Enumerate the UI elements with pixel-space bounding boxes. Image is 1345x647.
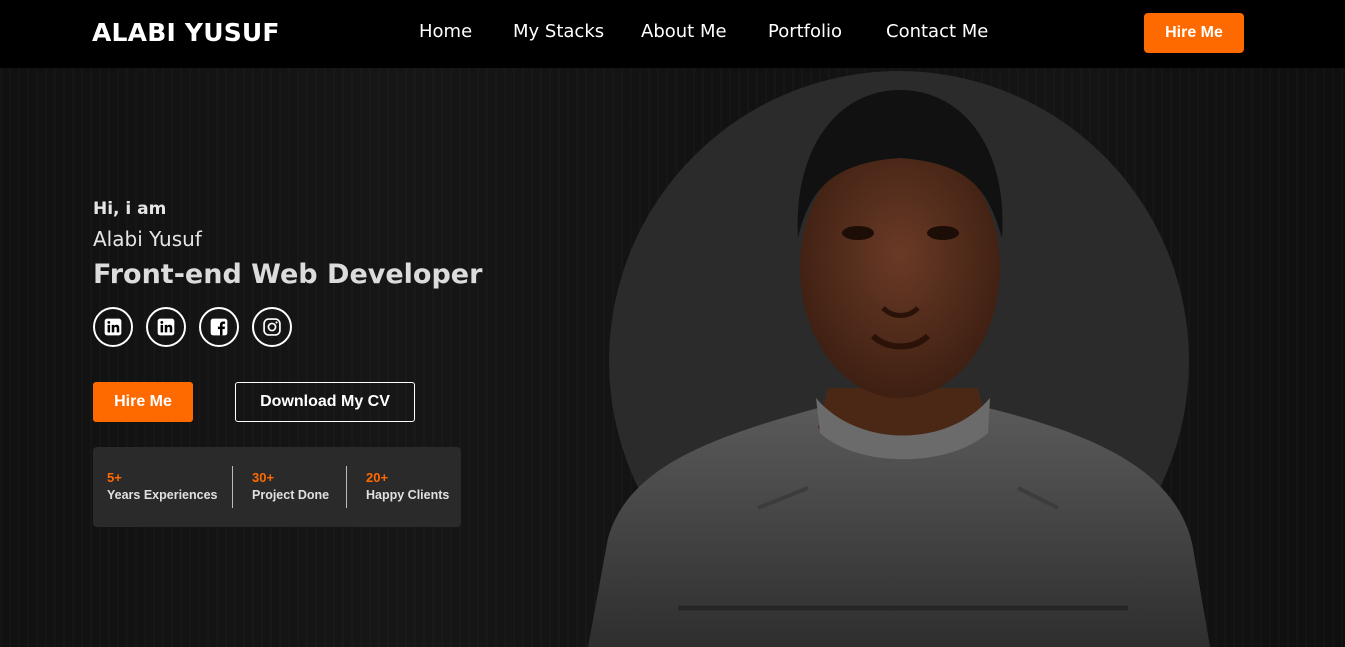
nav-link-my-stacks[interactable]: My Stacks: [513, 21, 604, 42]
stats-card: 5+ Years Experiences 30+ Project Done 20…: [93, 447, 461, 527]
nav-link-home[interactable]: Home: [419, 21, 472, 42]
download-cv-button[interactable]: Download My CV: [235, 382, 415, 422]
nav-hire-me-button[interactable]: Hire Me: [1144, 13, 1244, 53]
stat-clients: 20+ Happy Clients: [366, 470, 449, 502]
hero-greeting: Hi, i am: [93, 199, 167, 219]
stat-label: Years Experiences: [107, 488, 218, 502]
hire-me-button[interactable]: Hire Me: [93, 382, 193, 422]
linkedin-link[interactable]: [93, 307, 133, 347]
nav-link-contact-me[interactable]: Contact Me: [886, 21, 988, 42]
stat-label: Project Done: [252, 488, 330, 502]
navbar: ALABI YUSUF Home My Stacks About Me Port…: [0, 0, 1345, 68]
stat-projects: 30+ Project Done: [252, 470, 329, 502]
portrait-illustration: [588, 90, 1210, 647]
profile-photo: [588, 68, 1210, 647]
stat-value: 5+: [107, 470, 122, 485]
facebook-link[interactable]: [199, 307, 239, 347]
stat-experience: 5+ Years Experiences: [107, 470, 218, 502]
nav-link-about-me[interactable]: About Me: [641, 21, 727, 42]
linkedin-link-2[interactable]: [146, 307, 186, 347]
facebook-icon: [210, 318, 228, 336]
instagram-link[interactable]: [252, 307, 292, 347]
stat-value: 30+: [252, 470, 275, 485]
linkedin-icon: [104, 318, 122, 336]
stat-value: 20+: [366, 470, 389, 485]
stat-divider: [232, 466, 233, 508]
stat-label: Happy Clients: [366, 488, 450, 502]
social-links: [93, 307, 292, 347]
linkedin-icon: [157, 318, 175, 336]
hero-name: Alabi Yusuf: [93, 227, 202, 251]
nav-link-portfolio[interactable]: Portfolio: [768, 21, 842, 42]
instagram-icon: [263, 318, 281, 336]
stat-divider: [346, 466, 347, 508]
hero-role: Front-end Web Developer: [93, 259, 483, 290]
